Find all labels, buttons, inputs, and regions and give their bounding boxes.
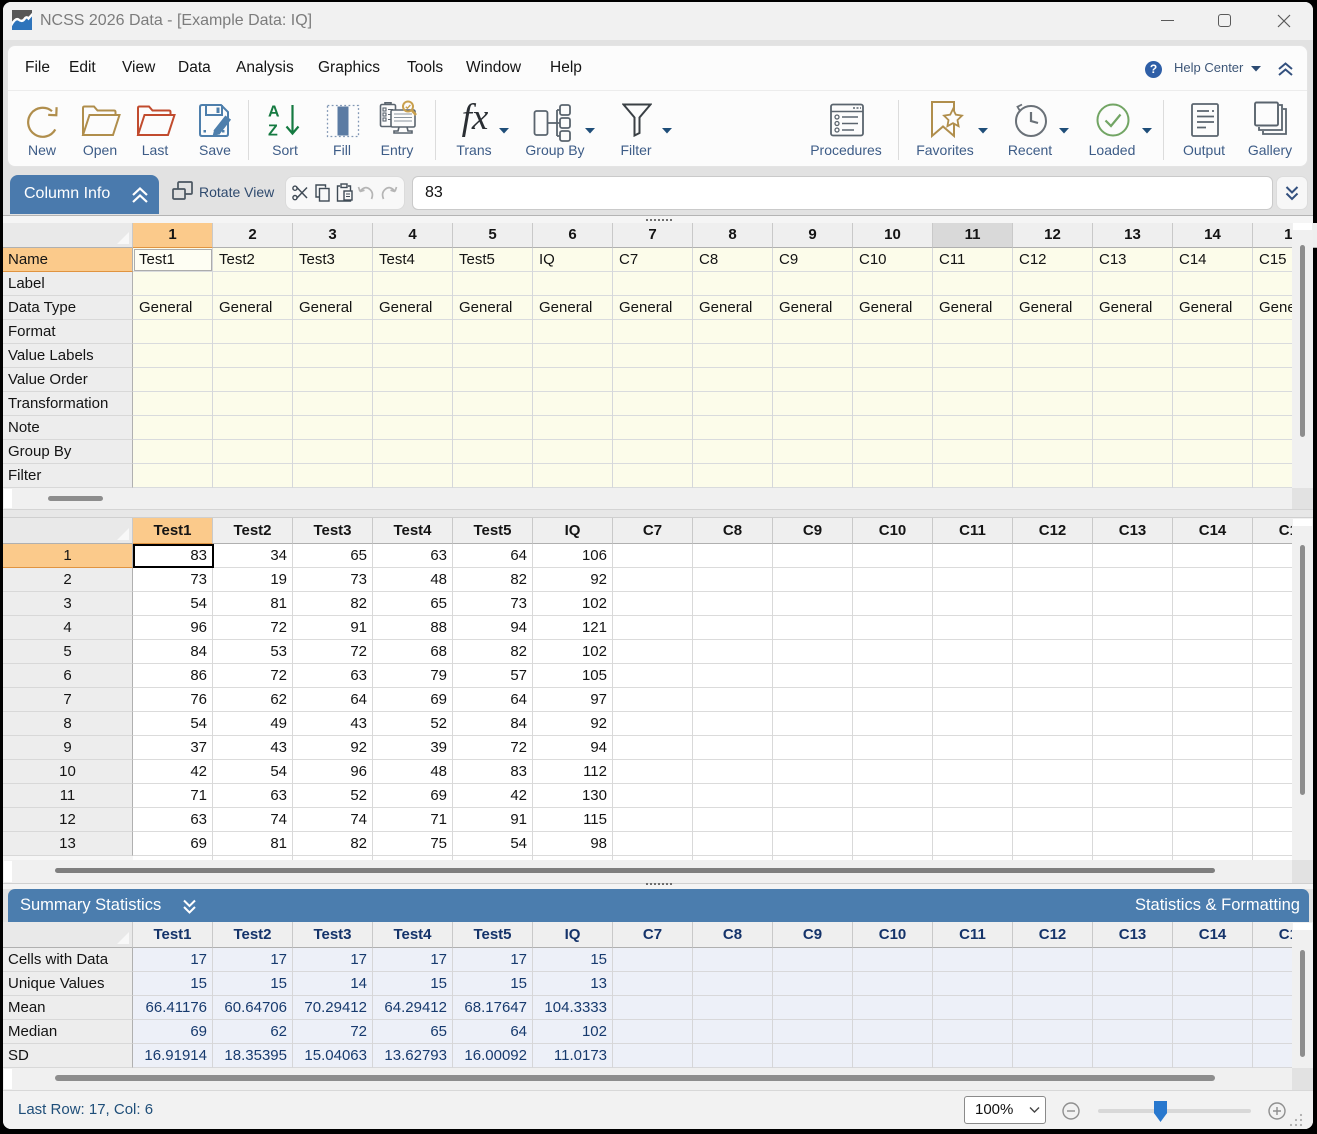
svg-text:Z: Z [268, 123, 278, 140]
svg-text:A: A [268, 104, 280, 121]
